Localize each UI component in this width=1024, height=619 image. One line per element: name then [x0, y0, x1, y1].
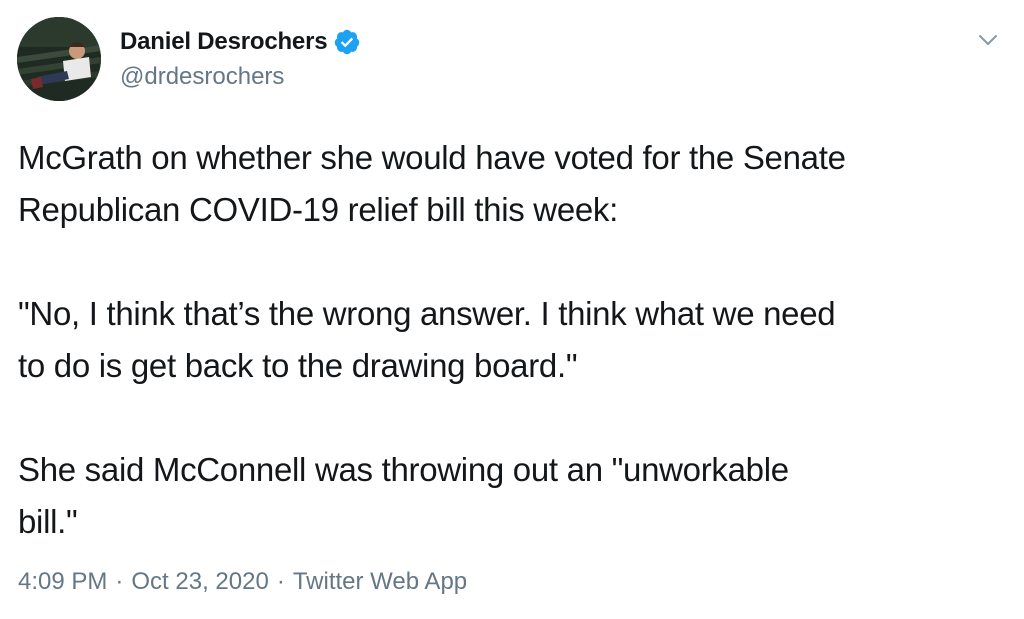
tweet-metadata: 4:09 PM · Oct 23, 2020 · Twitter Web App	[18, 568, 467, 596]
author-display-name[interactable]: Daniel Desrochers	[120, 28, 328, 56]
tweet-paragraph: She said McConnell was throwing out an "…	[18, 451, 789, 540]
tweet-paragraph: McGrath on whether she would have voted …	[18, 139, 846, 228]
meta-separator: ·	[115, 568, 124, 595]
author-handle[interactable]: @drdesrochers	[120, 63, 284, 91]
verified-badge-icon	[333, 28, 361, 56]
meta-separator: ·	[276, 568, 285, 595]
chevron-down-icon	[979, 35, 997, 45]
tweet-body: McGrath on whether she would have voted …	[18, 132, 1013, 548]
tweet-time[interactable]: 4:09 PM	[18, 568, 107, 596]
tweet-menu-button[interactable]	[972, 24, 1004, 56]
tweet-card: Daniel Desrochers @drdesrochers McGrath …	[0, 0, 1024, 619]
tweet-date[interactable]: Oct 23, 2020	[131, 568, 268, 596]
tweet-source[interactable]: Twitter Web App	[293, 568, 467, 596]
avatar-photo-icon	[17, 17, 101, 101]
author-name-row: Daniel Desrochers	[120, 28, 361, 56]
tweet-paragraph: "No, I think that’s the wrong answer. I …	[18, 295, 836, 384]
author-avatar[interactable]	[17, 17, 101, 101]
